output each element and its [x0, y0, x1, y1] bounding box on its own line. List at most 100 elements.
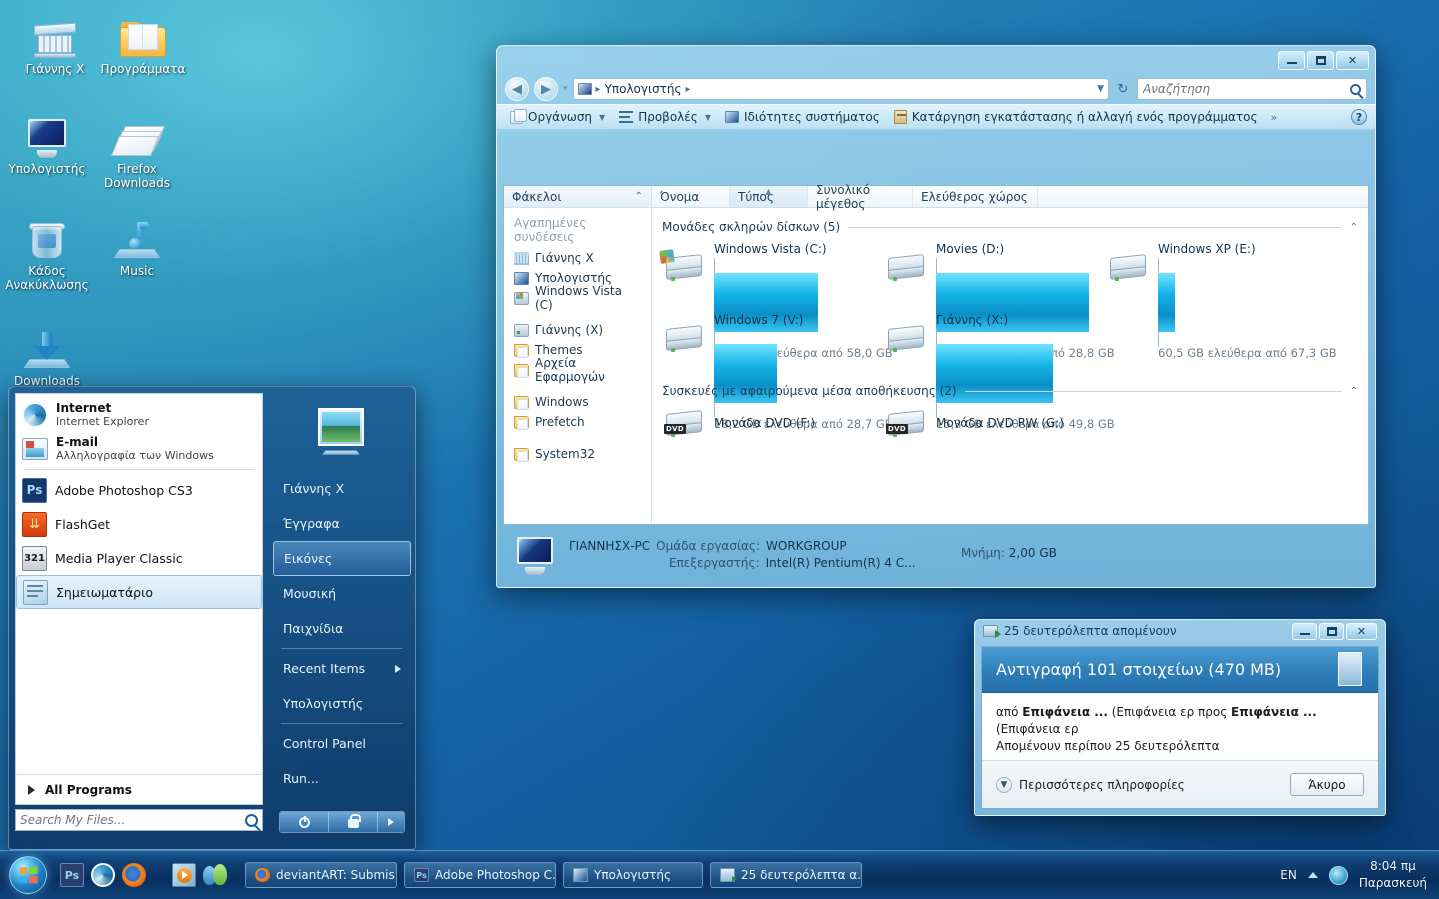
shutdown-options-button[interactable]	[378, 812, 404, 832]
desktop-icon-firefox-downloads[interactable]: Firefox Downloads	[90, 108, 184, 190]
nav-item-user[interactable]: Γιάννης Χ	[504, 248, 651, 268]
start-menu-item-email[interactable]: E-mail Αλληλογραφία των Windows	[16, 432, 262, 466]
start-right-item-games[interactable]: Παιχνίδια	[273, 611, 411, 646]
removable-item-f[interactable]: DVD Μονάδα DVD (F:)	[662, 406, 884, 440]
chevron-down-icon[interactable]: ▼	[1097, 84, 1104, 94]
taskbar-button-copy-dialog[interactable]: 25 δευτερόλεπτα α...	[710, 862, 862, 888]
lock-button[interactable]	[329, 812, 378, 832]
column-header-total-size[interactable]: Συνολικό μέγεθος	[808, 183, 913, 211]
power-button[interactable]	[280, 812, 329, 832]
nav-item-prefetch[interactable]: Prefetch	[504, 412, 651, 432]
search-input[interactable]	[1143, 82, 1350, 96]
column-header-type[interactable]: ▲ Τύπος	[730, 186, 808, 207]
quick-launch-windows-live-messenger[interactable]	[203, 863, 227, 887]
minimize-button[interactable]	[1292, 622, 1317, 640]
chevron-up-icon[interactable]: ⌃	[1350, 386, 1358, 397]
chevron-up-icon[interactable]: ⌃	[635, 191, 643, 202]
quick-launch-firefox[interactable]	[122, 863, 146, 887]
column-header-name[interactable]: Όνομα	[652, 186, 730, 207]
start-right-item-control-panel[interactable]: Control Panel	[273, 726, 411, 761]
suffix: (Επιφάνεια ερ	[996, 722, 1079, 736]
quick-launch-media-player[interactable]	[172, 863, 196, 887]
start-right-item-music[interactable]: Μουσική	[273, 576, 411, 611]
avatar[interactable]	[273, 393, 411, 471]
drive-item-d[interactable]: Movies (D:) 2,82 GB ελεύθερα από 28,8 GB	[884, 242, 1115, 360]
folders-header[interactable]: Φάκελοι ⌃	[504, 186, 651, 208]
close-button[interactable]: ✕	[1346, 622, 1377, 640]
quick-launch-internet-explorer[interactable]	[91, 863, 115, 887]
all-programs-button[interactable]: All Programs	[16, 774, 262, 804]
start-menu-search-box[interactable]	[15, 809, 263, 831]
nav-item-giannis-x[interactable]: Γιάννης (Χ)	[504, 320, 651, 340]
taskbar-button-computer[interactable]: Υπολογιστής	[563, 862, 703, 888]
search-input[interactable]	[20, 813, 245, 827]
language-indicator[interactable]: EN	[1280, 868, 1297, 882]
start-menu-item-notepad[interactable]: Σημειωματάριο	[16, 575, 262, 609]
removable-item-g[interactable]: DVD Μονάδα DVD RW (G:)	[884, 406, 1106, 440]
start-item-subtitle: Internet Explorer	[56, 415, 149, 428]
desktop-icon-computer[interactable]: Υπολογιστής	[0, 108, 94, 176]
address-bar[interactable]: ▸ Υπολογιστής ▸ ▼	[572, 78, 1109, 100]
back-button[interactable]: ◀	[505, 77, 529, 101]
maximize-button[interactable]	[1319, 622, 1344, 640]
start-menu-item-mpc[interactable]: 321 Media Player Classic	[16, 541, 262, 575]
nav-item-system32[interactable]: System32	[504, 444, 651, 464]
more-information-toggle[interactable]: ▼ Περισσότερες πληροφορίες	[996, 776, 1185, 793]
search-icon	[245, 813, 258, 827]
start-menu-item-flashget[interactable]: ⇊ FlashGet	[16, 507, 262, 541]
breadcrumb-item-computer[interactable]: Υπολογιστής	[605, 82, 682, 96]
drive-item-x[interactable]: Γιάννης (Χ:) 15,3 GB ελεύθερα από 49,8 G…	[884, 313, 1115, 431]
desktop-icon-user-folder[interactable]: Γιάννης Χ	[8, 8, 102, 76]
explorer-search-box[interactable]	[1137, 78, 1367, 100]
desktop-icon-downloads[interactable]: Downloads	[0, 320, 94, 388]
toolbar-uninstall-button[interactable]: Κατάργηση εγκατάστασης ή αλλαγή ενός προ…	[889, 108, 1263, 126]
start-right-item-computer[interactable]: Υπολογιστής	[273, 686, 411, 721]
label: Υπολογιστής	[594, 868, 671, 882]
desktop-icon-recycle-bin[interactable]: Κάδος Ανακύκλωσης	[0, 210, 94, 292]
taskbar-button-deviantart[interactable]: deviantART: Submis...	[245, 862, 397, 888]
tray-status-icon[interactable]	[1328, 865, 1348, 885]
toolbar-overflow-button[interactable]: »	[1271, 111, 1278, 124]
taskbar-button-photoshop[interactable]: Ps Adobe Photoshop C...	[404, 862, 556, 888]
drive-item-c[interactable]: Windows Vista (C:) 22,9 GB ελεύθερα από …	[659, 242, 893, 360]
drive-item-e[interactable]: Windows XP (E:) 60,5 GB ελεύθερα από 67,…	[1106, 242, 1337, 360]
refresh-icon[interactable]: ↻	[1114, 80, 1132, 98]
chevron-up-icon[interactable]: ⌃	[1350, 222, 1358, 233]
label: Themes	[535, 343, 583, 357]
copy-dialog-title-bar[interactable]: 25 δευτερόλεπτα απομένουν ✕	[975, 620, 1385, 642]
start-item-label: FlashGet	[55, 516, 111, 532]
start-right-item-recent[interactable]: Recent Items	[273, 651, 411, 686]
recycle-bin-icon	[0, 210, 94, 260]
explorer-title-bar[interactable]: ✕	[497, 46, 1375, 74]
quick-launch-photoshop[interactable]: Ps	[60, 863, 84, 887]
start-right-item-documents[interactable]: Έγγραφα	[273, 506, 411, 541]
column-header-free-space[interactable]: Ελεύθερος χώρος	[913, 186, 1038, 207]
start-right-item-run[interactable]: Run...	[273, 761, 411, 796]
start-menu-item-photoshop[interactable]: Ps Adobe Photoshop CS3	[16, 473, 262, 507]
start-right-item-pictures[interactable]: Εικόνες	[273, 541, 411, 576]
start-button[interactable]	[2, 853, 54, 897]
maximize-button[interactable]	[1307, 51, 1334, 70]
explorer-address-row: ◀ ▶ ▾ ▸ Υπολογιστής ▸ ▼ ↻	[497, 74, 1375, 104]
clock[interactable]: 8:04 πμ Παρασκευή	[1359, 858, 1427, 892]
close-button[interactable]: ✕	[1336, 51, 1369, 70]
folder-icon	[514, 447, 529, 462]
forward-button[interactable]: ▶	[534, 77, 558, 101]
drive-item-v[interactable]: Windows 7 (V:) 18,2 GB ελεύθερα από 28,7…	[662, 313, 893, 431]
nav-item-windows[interactable]: Windows	[504, 392, 651, 412]
start-menu-item-internet[interactable]: Internet Internet Explorer	[16, 398, 262, 432]
recent-locations-icon[interactable]: ▾	[563, 84, 568, 94]
desktop-icon-programs[interactable]: Προγράμματα	[96, 8, 190, 76]
nav-item-windows-vista-c[interactable]: Windows Vista (C)	[504, 284, 651, 312]
minimize-button[interactable]	[1278, 51, 1305, 70]
desktop-icon-music[interactable]: Music	[90, 210, 184, 278]
start-right-item-user[interactable]: Γιάννης Χ	[273, 471, 411, 506]
up-arrow-icon[interactable]	[1307, 872, 1318, 878]
toolbar-views-button[interactable]: Προβολές ▼	[614, 108, 716, 126]
nav-item-program-files[interactable]: Αρχεία Εφαρμογών	[504, 356, 651, 384]
toolbar-system-properties-button[interactable]: Ιδιότητες συστήματος	[720, 108, 885, 126]
group-header-hard-drives[interactable]: Μονάδες σκληρών δίσκων (5) ⌃	[662, 220, 1358, 234]
help-icon[interactable]: ?	[1351, 109, 1367, 125]
cancel-button[interactable]: Άκυρο	[1290, 773, 1364, 796]
toolbar-organize-button[interactable]: Οργάνωση ▼	[505, 108, 610, 126]
